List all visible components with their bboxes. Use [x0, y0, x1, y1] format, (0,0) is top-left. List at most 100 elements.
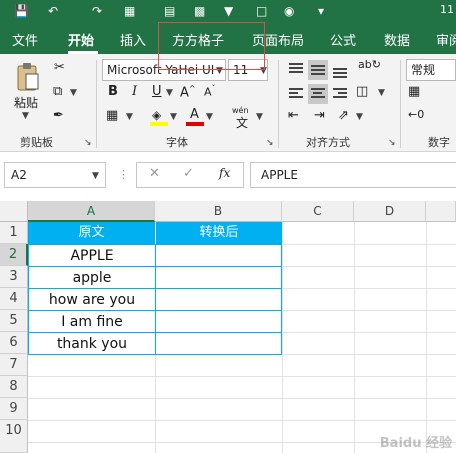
row-header[interactable]: 2	[0, 244, 28, 266]
enter-icon[interactable]: ✓	[183, 166, 194, 181]
cancel-icon[interactable]: ✕	[149, 166, 160, 181]
row-header[interactable]: 4	[0, 288, 28, 310]
cell-b1[interactable]: 转换后	[155, 222, 282, 244]
cut-icon[interactable]: ✂	[54, 60, 65, 75]
cell-a3[interactable]: apple	[28, 266, 156, 289]
format-painter-icon[interactable]: ✒	[53, 108, 64, 123]
font-color-icon[interactable]: A	[186, 107, 204, 126]
column-header-a[interactable]: A	[28, 201, 155, 222]
row-header[interactable]: 7	[0, 354, 28, 376]
tab-formulas[interactable]: 公式	[330, 30, 356, 49]
form-icon[interactable]: ▤	[164, 3, 175, 19]
paste-icon[interactable]	[16, 62, 40, 92]
phonetic-char[interactable]: 文	[236, 114, 248, 131]
group-separator	[96, 60, 97, 148]
borders-dropdown-icon[interactable]: ▼	[126, 112, 133, 122]
merge-dropdown-icon[interactable]: ▼	[378, 88, 385, 98]
font-grow-icon[interactable]: A^	[180, 84, 196, 100]
copy-icon[interactable]: ⧉	[53, 84, 62, 99]
save-icon[interactable]: 💾	[14, 3, 29, 19]
bold-button[interactable]: B	[108, 84, 118, 99]
cell-a6[interactable]: thank you	[28, 332, 156, 355]
group-separator	[400, 60, 401, 148]
cell-a2[interactable]: APPLE	[28, 244, 156, 267]
customize-toolbar-icon[interactable]: ▾	[318, 3, 324, 19]
cell-b6[interactable]	[155, 332, 282, 355]
increase-decimal-icon[interactable]: ←0	[408, 108, 424, 121]
gridline	[28, 420, 456, 421]
fill-color-icon[interactable]: ◈	[150, 108, 168, 126]
redo-icon[interactable]: ↷	[92, 3, 102, 19]
underline-dropdown-icon[interactable]: ▼	[166, 88, 173, 98]
currency-icon[interactable]: ▦	[408, 84, 420, 99]
clipboard-launcher-icon[interactable]: ↘	[84, 138, 92, 148]
cell-a4[interactable]: how are you	[28, 288, 156, 311]
row-header[interactable]: 9	[0, 398, 28, 420]
increase-indent-icon[interactable]: ⇥	[314, 108, 325, 123]
orientation-dropdown-icon[interactable]: ▼	[356, 112, 363, 122]
formula-buttons: ✕ ✓ fx	[136, 162, 244, 188]
align-bottom-icon[interactable]	[330, 60, 350, 80]
font-launcher-icon[interactable]: ↘	[266, 138, 274, 148]
tab-home[interactable]: 开始	[68, 30, 94, 49]
tab-insert[interactable]: 插入	[120, 30, 146, 49]
borders-icon[interactable]: ▦	[106, 108, 118, 123]
cell-a5[interactable]: I am fine	[28, 310, 156, 333]
filter-icon[interactable]: ▼	[224, 3, 233, 19]
gridline	[282, 222, 283, 453]
row-header[interactable]: 1	[0, 222, 28, 244]
align-top-icon[interactable]	[286, 60, 306, 80]
cell-b2[interactable]	[155, 244, 282, 267]
row-header[interactable]: 3	[0, 266, 28, 288]
phonetic-dropdown-icon[interactable]: ▼	[256, 112, 263, 122]
orientation-icon[interactable]: ⇗	[338, 108, 349, 123]
cell-a1[interactable]: 原文	[28, 222, 155, 244]
camera-icon[interactable]: ◉	[284, 3, 294, 19]
column-header-b[interactable]: B	[155, 201, 282, 222]
alignment-launcher-icon[interactable]: ↘	[388, 138, 396, 148]
gridline	[28, 376, 456, 377]
row-header[interactable]: 5	[0, 310, 28, 332]
merge-center-icon[interactable]: ◫	[356, 84, 368, 99]
name-box-dropdown-icon[interactable]: ▼	[92, 171, 99, 181]
underline-button[interactable]: U	[152, 84, 162, 99]
formula-bar-grip-icon[interactable]: ⋮	[118, 168, 129, 181]
copy-dropdown-icon[interactable]: ▼	[70, 88, 77, 98]
tab-file[interactable]: 文件	[12, 30, 38, 49]
wrap-orientation-icon[interactable]: ab↻	[358, 58, 381, 71]
insert-function-button[interactable]: fx	[219, 166, 230, 180]
tab-review[interactable]: 审阅	[436, 30, 456, 49]
fill-color-dropdown-icon[interactable]: ▼	[170, 112, 177, 122]
paste-button[interactable]: 粘贴	[14, 94, 38, 111]
align-center-icon[interactable]	[308, 84, 328, 104]
align-right-icon[interactable]	[330, 84, 350, 104]
formula-input[interactable]: APPLE	[250, 162, 456, 188]
name-box[interactable]: A2	[4, 162, 106, 188]
column-header-d[interactable]: D	[354, 201, 426, 222]
tab-data[interactable]: 数据	[384, 30, 410, 49]
align-left-icon[interactable]	[286, 84, 306, 104]
select-all-corner[interactable]	[0, 201, 28, 222]
shapes-icon[interactable]: □	[256, 3, 267, 19]
quick-access-toolbar: 💾 ↶ ↷ ▦ ▤ ▩ ▼ □ ◉ ▾ 11	[0, 0, 456, 22]
undo-icon[interactable]: ↶	[48, 3, 58, 19]
align-middle-icon[interactable]	[308, 60, 328, 80]
chart-icon[interactable]: ▩	[194, 3, 205, 19]
column-header-e[interactable]	[426, 201, 456, 222]
paste-dropdown-icon[interactable]: ▼	[22, 111, 29, 121]
cell-b4[interactable]	[155, 288, 282, 311]
table-icon[interactable]: ▦	[124, 3, 135, 19]
cell-b5[interactable]	[155, 310, 282, 333]
row-header[interactable]: 8	[0, 376, 28, 398]
group-separator	[278, 60, 279, 148]
font-shrink-icon[interactable]: Aˇ	[204, 84, 216, 99]
cell-b3[interactable]	[155, 266, 282, 289]
row-header[interactable]: 6	[0, 332, 28, 354]
alignment-group-label: 对齐方式	[306, 136, 350, 149]
decrease-indent-icon[interactable]: ⇤	[288, 108, 299, 123]
italic-button[interactable]: I	[132, 84, 137, 99]
font-color-dropdown-icon[interactable]: ▼	[206, 112, 213, 122]
row-header[interactable]: 10	[0, 420, 28, 453]
number-format-box[interactable]: 常规	[406, 59, 456, 81]
column-header-c[interactable]: C	[282, 201, 354, 222]
